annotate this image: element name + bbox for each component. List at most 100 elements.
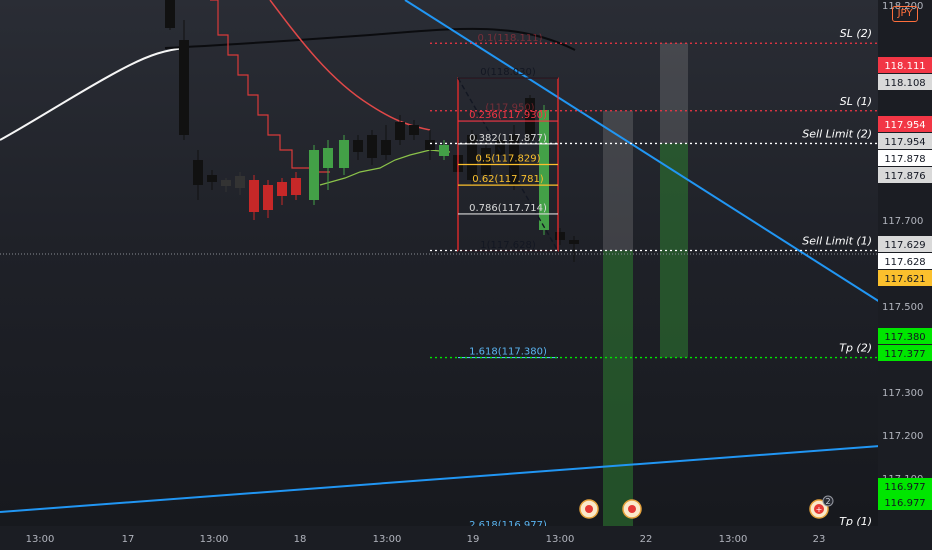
candle: [277, 178, 287, 205]
candle: [339, 135, 349, 175]
price-badge-value: 117.380: [884, 332, 925, 343]
candle-body: [291, 178, 301, 195]
candle: [353, 135, 363, 160]
moving-average-white: [0, 47, 186, 141]
time-tick: 13:00: [719, 534, 748, 545]
candle: [381, 125, 391, 160]
level-label: Tp (2): [839, 342, 872, 355]
background-layer: [0, 43, 878, 531]
trend-line-red: [269, 0, 431, 131]
time-axis[interactable]: 13:00 17 13:00 18 13:00 19 13:00 22 13:00 23: [0, 526, 878, 550]
level-label: SL (1): [840, 95, 872, 108]
candle: [221, 178, 231, 192]
time-tick: 17: [122, 534, 135, 545]
candle-body: [439, 145, 449, 156]
candle-body: [277, 182, 287, 196]
price-badge-value: 117.628: [884, 257, 925, 268]
price-badge: 117.878: [878, 150, 932, 166]
candle: [193, 150, 203, 200]
fib-label: 0.786(117.714): [469, 203, 547, 214]
tp-zone-2: [660, 143, 688, 358]
candle: [291, 172, 301, 200]
trendline-blue-up: [0, 445, 881, 513]
price-badge: 117.377: [878, 345, 932, 361]
candle: [425, 130, 435, 160]
candle: [555, 228, 565, 245]
risk-zone-1: [603, 110, 633, 251]
faint-label: (117.950): [485, 102, 534, 113]
price-badge: 116.977: [878, 494, 932, 510]
candle-body: [221, 180, 231, 186]
currency-badge[interactable]: JPY: [892, 6, 918, 22]
candle-body: [179, 40, 189, 135]
event-marker-plus: +: [816, 505, 823, 514]
tp-zone-1: [603, 250, 633, 531]
price-badge: 118.108: [878, 74, 932, 90]
time-tick: 13:00: [373, 534, 402, 545]
candle-body: [235, 176, 245, 188]
risk-zone-2: [660, 43, 688, 144]
fib-label: 0.382(117.877): [469, 133, 547, 144]
price-badge-value: 117.377: [884, 349, 925, 360]
fib-label: 1(117.628): [480, 240, 536, 251]
candle: [165, 0, 175, 30]
candle-body: [165, 0, 175, 28]
candle-body: [353, 140, 363, 152]
candle: [249, 175, 259, 220]
price-badge-value: 117.621: [884, 274, 925, 285]
level-label: SL (2): [840, 27, 872, 40]
price-badge: 117.628: [878, 253, 932, 269]
currency-code: JPY: [897, 8, 913, 19]
candle: [309, 145, 319, 205]
candle-body: [381, 140, 391, 155]
candle-body: [409, 125, 419, 135]
candle-body: [309, 150, 319, 200]
candle: [539, 105, 549, 235]
candle-body: [425, 140, 435, 150]
event-marker-icon: [622, 499, 642, 519]
event-count: 2: [825, 497, 830, 506]
chart-app: 0(118.030) 0.236(117.930) 0.382(117.877) 0.…: [0, 0, 932, 550]
fib-label: 1.618(117.380): [469, 347, 547, 358]
candle-body: [207, 175, 217, 182]
price-badge: 118.111: [878, 57, 932, 73]
price-tick: 117.700: [882, 216, 923, 227]
price-badge: 117.876: [878, 167, 932, 183]
candle: [179, 20, 189, 140]
candle-body: [263, 185, 273, 210]
time-tick: 13:00: [546, 534, 575, 545]
price-axis[interactable]: 118.200117.700117.500117.300117.200117.1…: [878, 0, 932, 550]
event-marker-dot: [585, 505, 593, 513]
candle: [207, 170, 217, 190]
price-badge-value: 117.629: [884, 240, 925, 251]
price-tick: 117.300: [882, 388, 923, 399]
price-badge: 117.954: [878, 133, 932, 149]
time-tick: 22: [640, 534, 653, 545]
indicator-lines: [0, 0, 881, 513]
price-badge-value: 116.977: [884, 482, 925, 493]
price-badge-value: 117.878: [884, 154, 925, 165]
candle: [409, 120, 419, 140]
step-line-red: [210, 0, 330, 173]
event-marker-dot: [628, 505, 636, 513]
candle-body: [395, 122, 405, 140]
candle: [263, 180, 273, 218]
candle-body: [555, 232, 565, 240]
candle: [323, 140, 333, 190]
level-label: Tp (1): [839, 515, 872, 528]
price-badge: 116.977: [878, 478, 932, 494]
chart-canvas[interactable]: 0(118.030)0.236(117.930)0.382(117.877)0.…: [0, 0, 932, 550]
candle-body: [249, 180, 259, 212]
candle: [569, 236, 579, 262]
price-badge-value: 117.954: [884, 120, 925, 131]
time-tick: 19: [467, 534, 480, 545]
candle-body: [339, 140, 349, 168]
price-badge: 117.621: [878, 270, 932, 286]
fib-label: 0.5(117.829): [475, 154, 540, 165]
price-badge-value: 118.108: [884, 78, 925, 89]
price-tick: 117.500: [882, 302, 923, 313]
fibonacci-retracement: 0(118.030)0.236(117.930)0.382(117.877)0.…: [457, 33, 923, 532]
candle-body: [367, 135, 377, 158]
candle-body: [193, 160, 203, 185]
level-label: Sell Limit (1): [802, 235, 872, 248]
